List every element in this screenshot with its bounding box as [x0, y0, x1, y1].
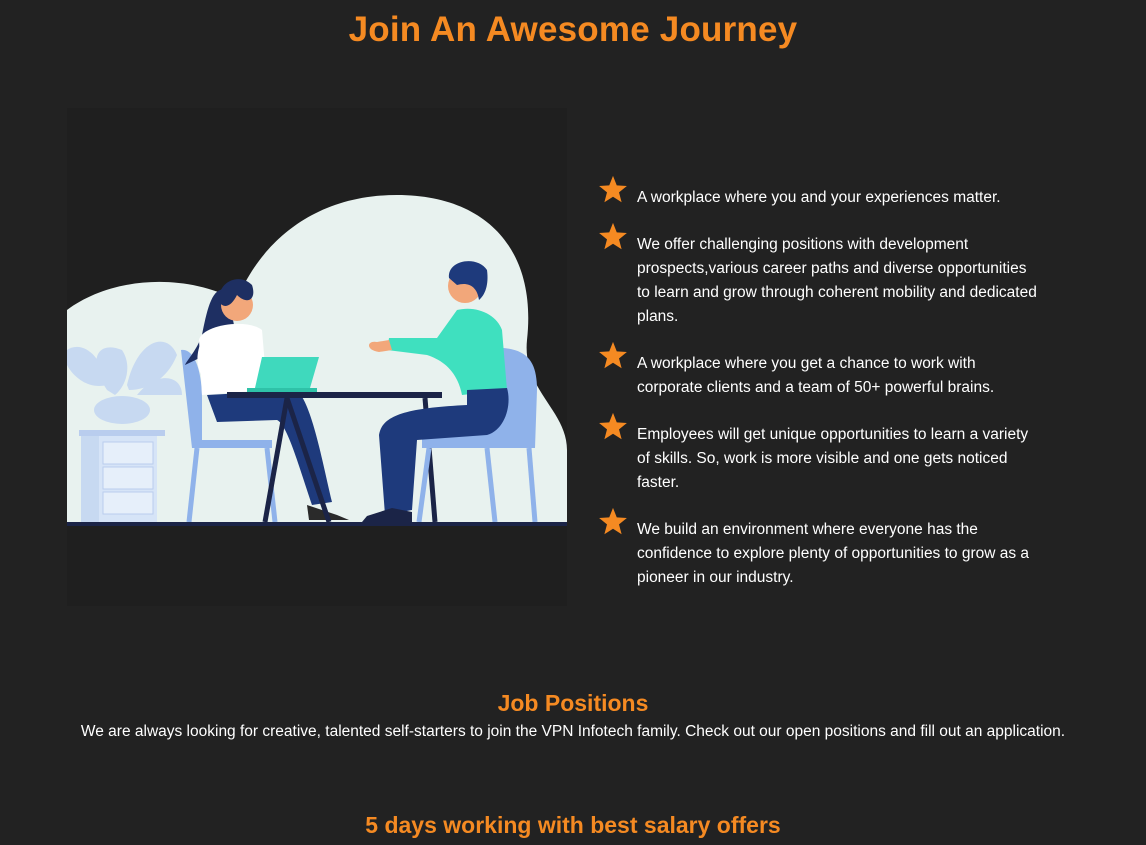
careers-page: Join An Awesome Journey A workplace wher…	[0, 0, 1146, 845]
feature-item: We build an environment where everyone h…	[598, 506, 1038, 590]
feature-text: A workplace where you and your experienc…	[637, 189, 1001, 206]
page-title: Join An Awesome Journey	[348, 10, 798, 49]
feature-text: Employees will get unique opportunities …	[637, 426, 1029, 491]
job-positions-heading: Job Positions	[497, 690, 649, 716]
star-icon	[599, 341, 627, 369]
feature-text: A workplace where you get a chance to wo…	[637, 355, 995, 396]
feature-list: A workplace where you and your experienc…	[598, 174, 1038, 601]
feature-item: A workplace where you and your experienc…	[598, 174, 1038, 210]
star-icon	[599, 175, 627, 203]
interview-illustration	[67, 195, 567, 526]
feature-text: We offer challenging positions with deve…	[637, 236, 1037, 325]
feature-text: We build an environment where everyone h…	[637, 521, 1030, 586]
star-icon	[599, 507, 627, 535]
salary-heading: 5 days working with best salary offers	[365, 812, 781, 838]
star-icon	[599, 412, 627, 440]
feature-item: We offer challenging positions with deve…	[598, 221, 1038, 329]
feature-item: Employees will get unique opportunities …	[598, 411, 1038, 495]
job-positions-description: We are always looking for creative, tale…	[80, 723, 1066, 740]
star-icon	[599, 222, 627, 250]
feature-item: A workplace where you get a chance to wo…	[598, 340, 1038, 400]
